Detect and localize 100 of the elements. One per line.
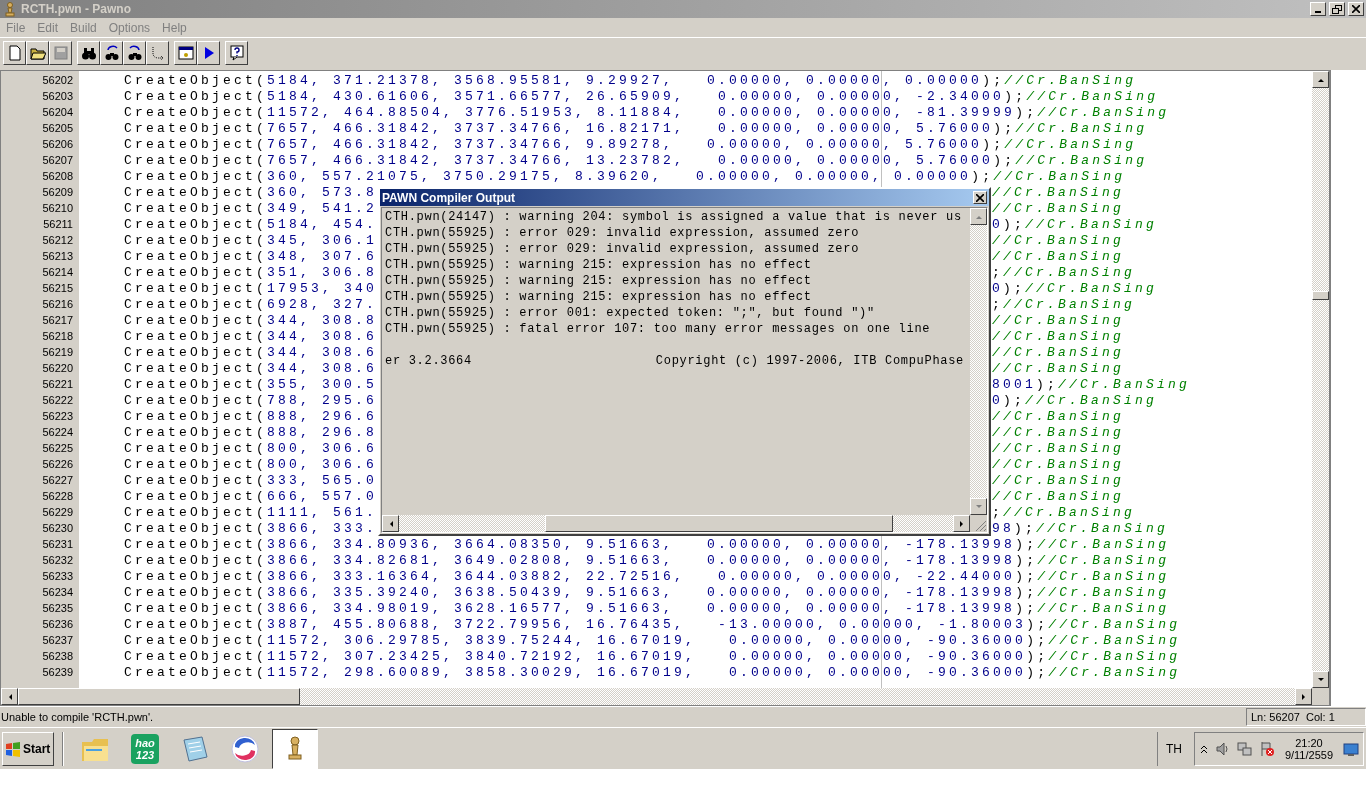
vertical-scrollbar[interactable] xyxy=(1312,71,1329,688)
scroll-button[interactable] xyxy=(1295,688,1312,705)
toolbar-button[interactable] xyxy=(3,41,26,65)
dialog-title: PAWN Compiler Output xyxy=(382,190,516,205)
line-number: 56206 xyxy=(41,138,73,150)
scroll-button[interactable] xyxy=(953,515,970,532)
line-number: 56224 xyxy=(41,426,73,438)
line-number: 56210 xyxy=(41,202,73,214)
toolbar-button[interactable] xyxy=(100,41,123,65)
show-desktop-icon xyxy=(1343,740,1359,757)
scroll-button[interactable] xyxy=(1312,71,1329,88)
menu-item[interactable]: Build xyxy=(64,20,103,35)
line-number: 56218 xyxy=(41,330,73,342)
code-text: CreateObject(3866, 334.82681, 3649.02808, 9.51663, 0.00000, 0.00000, -178.13998);//Cr.BanSing xyxy=(124,552,1170,568)
toolbar-button[interactable] xyxy=(197,41,220,65)
code-text: CreateObject(7657, 466.31842, 3737.34766, 9.89278, 0.00000, 0.00000, 5.76000);//Cr.BanSing xyxy=(124,136,1137,152)
language-indicator[interactable]: TH xyxy=(1156,731,1190,766)
line-number: 56239 xyxy=(41,666,73,678)
code-text: CreateObject(6928, 327. xyxy=(124,296,378,312)
right-arrow-icon xyxy=(958,519,965,528)
toolbar-button[interactable] xyxy=(174,41,197,65)
restore-button[interactable] xyxy=(1329,2,1345,16)
code-text: CreateObject(788, 295.6 xyxy=(124,392,378,408)
line-number: 56209 xyxy=(41,186,73,198)
close-button[interactable] xyxy=(973,191,987,204)
line-number: 56213 xyxy=(41,250,73,262)
toolbar-button[interactable] xyxy=(123,41,146,65)
line-number: 56227 xyxy=(41,474,73,486)
horizontal-scrollbar[interactable] xyxy=(382,515,970,532)
scroll-button[interactable] xyxy=(1312,671,1329,688)
toolbar-button[interactable] xyxy=(146,41,169,65)
code-text: CreateObject(11572, 464.88504, 3776.51953, 8.11884, 0.00000, 0.00000, -81.39999);//Cr.BanSing xyxy=(124,104,1170,120)
close-button[interactable] xyxy=(1348,2,1364,16)
code-text: CreateObject(355, 300.5 xyxy=(124,376,378,392)
code-text: //Cr.BanSing xyxy=(992,312,1124,328)
code-text: CreateObject(888, 296.6 xyxy=(124,408,378,424)
code-text: 0);//Cr.BanSing xyxy=(992,392,1158,408)
code-text: //Cr.BanSing xyxy=(992,440,1124,456)
code-text: CreateObject(344, 308.6 xyxy=(124,328,378,344)
code-text: CreateObject(3866, 333.16364, 3644.03882, 22.72516, 0.00000, 0.00000, -22.44000);//Cr.BanSing xyxy=(124,568,1170,584)
code-text: CreateObject(5184, 371.21378, 3568.95581, 9.29927, 0.00000, 0.00000, 0.00000);//Cr.BanSing xyxy=(124,72,1137,88)
line-number: 56212 xyxy=(41,234,73,246)
code-text: CreateObject(1111, 561. xyxy=(124,504,378,520)
code-text: CreateObject(348, 307.6 xyxy=(124,248,378,264)
up-arrow-icon xyxy=(1316,76,1325,83)
code-text: CreateObject(11572, 307.23425, 3840.72192, 16.67019, 0.00000, 0.00000, -90.36000);//Cr.BanSing xyxy=(124,648,1181,664)
scroll-thumb[interactable] xyxy=(18,688,300,705)
code-text: CreateObject(333, 565.0 xyxy=(124,472,378,488)
menu-item[interactable]: Help xyxy=(156,20,193,35)
app-logo: hao 123 xyxy=(131,733,159,764)
code-text: CreateObject(888, 296.8 xyxy=(124,424,378,440)
toolbar-button[interactable] xyxy=(225,41,248,65)
scroll-button[interactable] xyxy=(382,515,399,532)
code-text: CreateObject(5184, 430.61606, 3571.66577, 26.65909, 0.00000, 0.00000, -2.34000);//Cr.BanSing xyxy=(124,88,1159,104)
close-icon xyxy=(976,193,984,202)
code-text: CreateObject(344, 308.6 xyxy=(124,360,378,376)
code-text: //Cr.BanSing xyxy=(992,472,1124,488)
code-text: 8001);//Cr.BanSing xyxy=(992,376,1191,392)
start-button[interactable]: Start xyxy=(2,731,54,766)
swirl-logo-icon xyxy=(230,733,260,764)
menu-item[interactable]: Edit xyxy=(31,20,65,35)
toolbar-button[interactable] xyxy=(26,41,49,65)
line-number: 56222 xyxy=(41,394,73,406)
minimize-button[interactable] xyxy=(1310,2,1326,16)
page-icon xyxy=(6,45,23,61)
code-text: //Cr.BanSing xyxy=(992,328,1124,344)
horizontal-scrollbar[interactable] xyxy=(1,688,1329,705)
status-message: Unable to compile 'RCTH.pwn'. xyxy=(0,710,155,723)
code-text: ;//Cr.BanSing xyxy=(992,296,1136,312)
network-icon xyxy=(1236,740,1253,757)
line-number: 56232 xyxy=(41,554,73,566)
menu-item[interactable]: File xyxy=(0,20,32,35)
line-number: 56234 xyxy=(41,586,73,598)
right-arrow-icon xyxy=(1300,692,1307,701)
code-text: ;//Cr.BanSing xyxy=(992,264,1136,280)
menu-item[interactable]: Options xyxy=(102,20,157,35)
toolbar-button[interactable] xyxy=(77,41,100,65)
taskbar-app[interactable] xyxy=(272,728,318,769)
code-text: CreateObject(3866, 334.80936, 3664.08350, 9.51663, 0.00000, 0.00000, -178.13998);//Cr.BanSing xyxy=(124,536,1170,552)
code-text: CreateObject(345, 306.1 xyxy=(124,232,378,248)
code-text: //Cr.BanSing xyxy=(992,248,1124,264)
line-number: 56216 xyxy=(41,298,73,310)
code-text: CreateObject(5184, 454. xyxy=(124,216,378,232)
line-number: 56219 xyxy=(41,346,73,358)
scroll-button[interactable] xyxy=(1,688,18,705)
cursor-position: Ln: 56207 Col: 1 xyxy=(1246,707,1366,726)
line-number: 56236 xyxy=(41,618,73,630)
scroll-thumb[interactable] xyxy=(1312,291,1329,300)
scroll-button[interactable] xyxy=(970,208,987,225)
window-title: RCTH.pwn - Pawno xyxy=(21,2,132,16)
output-line: CTH.pwn(55925) : warning 215: expression has no effect xyxy=(385,258,813,274)
code-text: CreateObject(351, 306.8 xyxy=(124,264,378,280)
code-text: CreateObject(17953, 340 xyxy=(124,280,378,296)
code-text: CreateObject(360, 573.8 xyxy=(124,184,378,200)
line-number: 56223 xyxy=(41,410,73,422)
scroll-button[interactable] xyxy=(970,498,987,515)
scroll-thumb[interactable] xyxy=(545,515,893,532)
vertical-scrollbar[interactable] xyxy=(970,208,987,515)
code-text: //Cr.BanSing xyxy=(992,488,1124,504)
output-line: CTH.pwn(55925) : warning 215: expression has no effect xyxy=(385,274,813,290)
